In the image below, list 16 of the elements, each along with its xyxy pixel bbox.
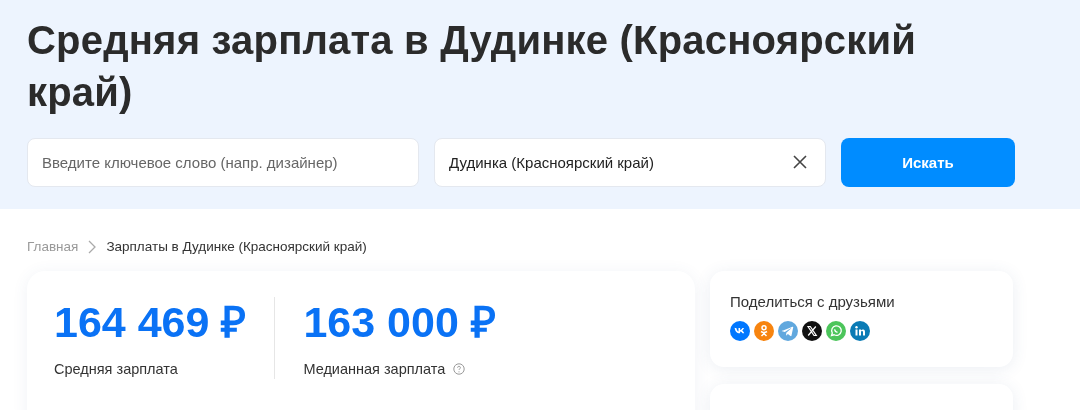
linkedin-share-icon[interactable] [850,321,870,341]
x-share-icon[interactable] [802,321,822,341]
help-icon[interactable] [453,363,466,375]
close-icon[interactable] [792,154,808,170]
salary-value: 164 469 ₽ [54,297,247,347]
breadcrumb-link[interactable]: Зарплаты в Дудинке (Красноярский край) [106,239,367,254]
keyword-field[interactable]: Введите ключевое слово (напр. дизайнер) [27,138,419,187]
page-title: Средняя зарплата в Дудинке (Красноярский край) [27,17,918,116]
chevron-icon [88,239,97,254]
salary-label: Средняя зарплата [54,361,178,377]
location-field[interactable]: Дудинка (Красноярский край) [434,138,826,187]
salary-label: Медианная зарплата [303,361,446,377]
share-title: Поделиться с друзьями [730,293,896,310]
vk-share-icon[interactable] [730,321,750,341]
salary-value: 163 000 ₽ [303,297,496,347]
ok-share-icon[interactable] [754,321,774,341]
